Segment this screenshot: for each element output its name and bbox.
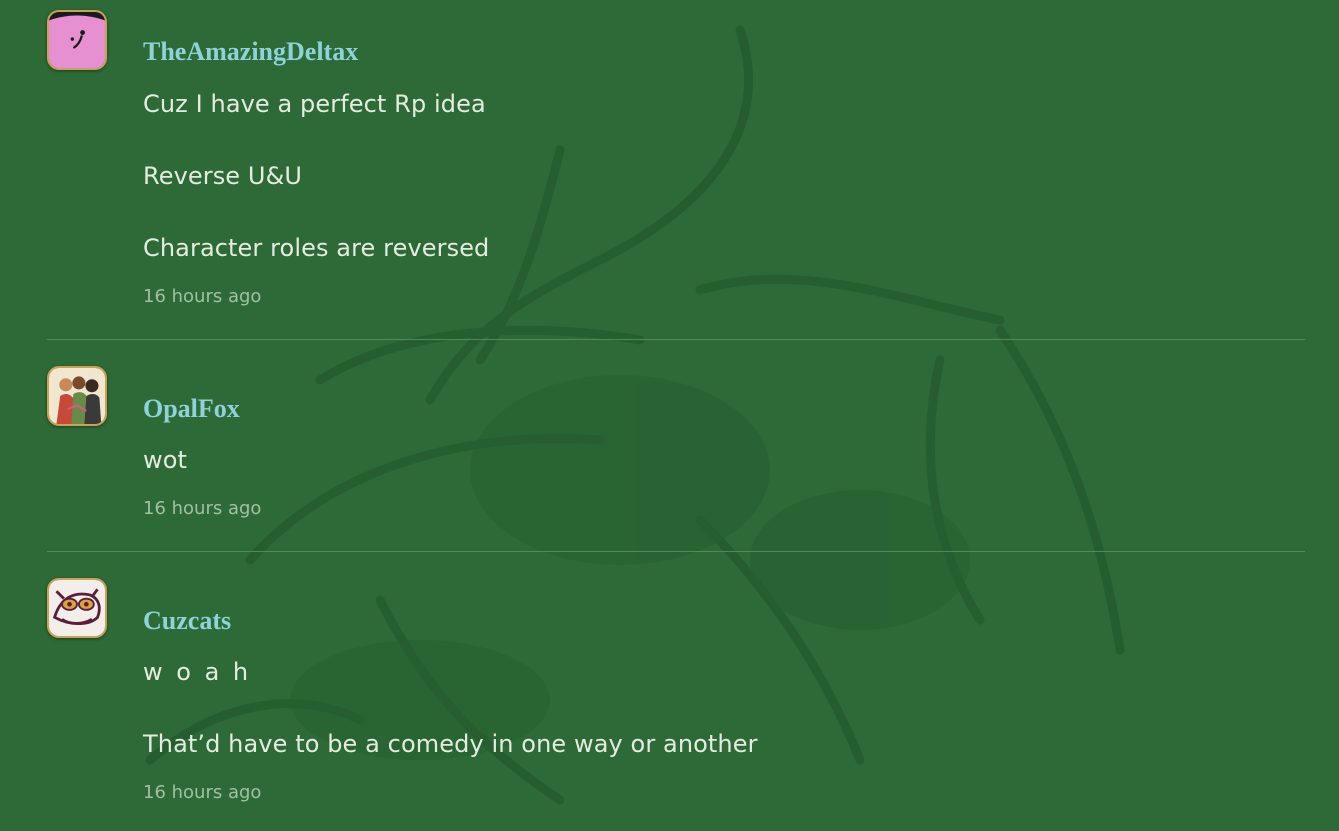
- comment-timestamp: 16 hours ago: [143, 782, 262, 803]
- comment-text-line: Cuz I have a perfect Rp idea: [143, 90, 486, 118]
- comment-timestamp: 16 hours ago: [143, 498, 262, 519]
- group-art-avatar-icon[interactable]: [47, 366, 107, 426]
- pink-avatar-icon[interactable]: [47, 10, 107, 70]
- comment-username[interactable]: OpalFox: [143, 394, 240, 424]
- comment-username[interactable]: TheAmazingDeltax: [143, 37, 358, 67]
- cat-art-avatar-icon[interactable]: [47, 578, 107, 638]
- comment-text-line: w o a h: [143, 658, 252, 686]
- comment-text-line: wot: [143, 446, 188, 474]
- comment-timestamp: 16 hours ago: [143, 286, 262, 307]
- comment-username[interactable]: Cuzcats: [143, 606, 231, 636]
- comment-text-line: Character roles are reversed: [143, 234, 490, 262]
- comment-text-line: That’d have to be a comedy in one way or…: [143, 730, 758, 758]
- comment-divider: [47, 339, 1305, 340]
- comment-divider: [47, 551, 1305, 552]
- comment-text-line: Reverse U&U: [143, 162, 303, 190]
- comment-feed: TheAmazingDeltax Cuz I have a perfect Rp…: [0, 0, 1339, 831]
